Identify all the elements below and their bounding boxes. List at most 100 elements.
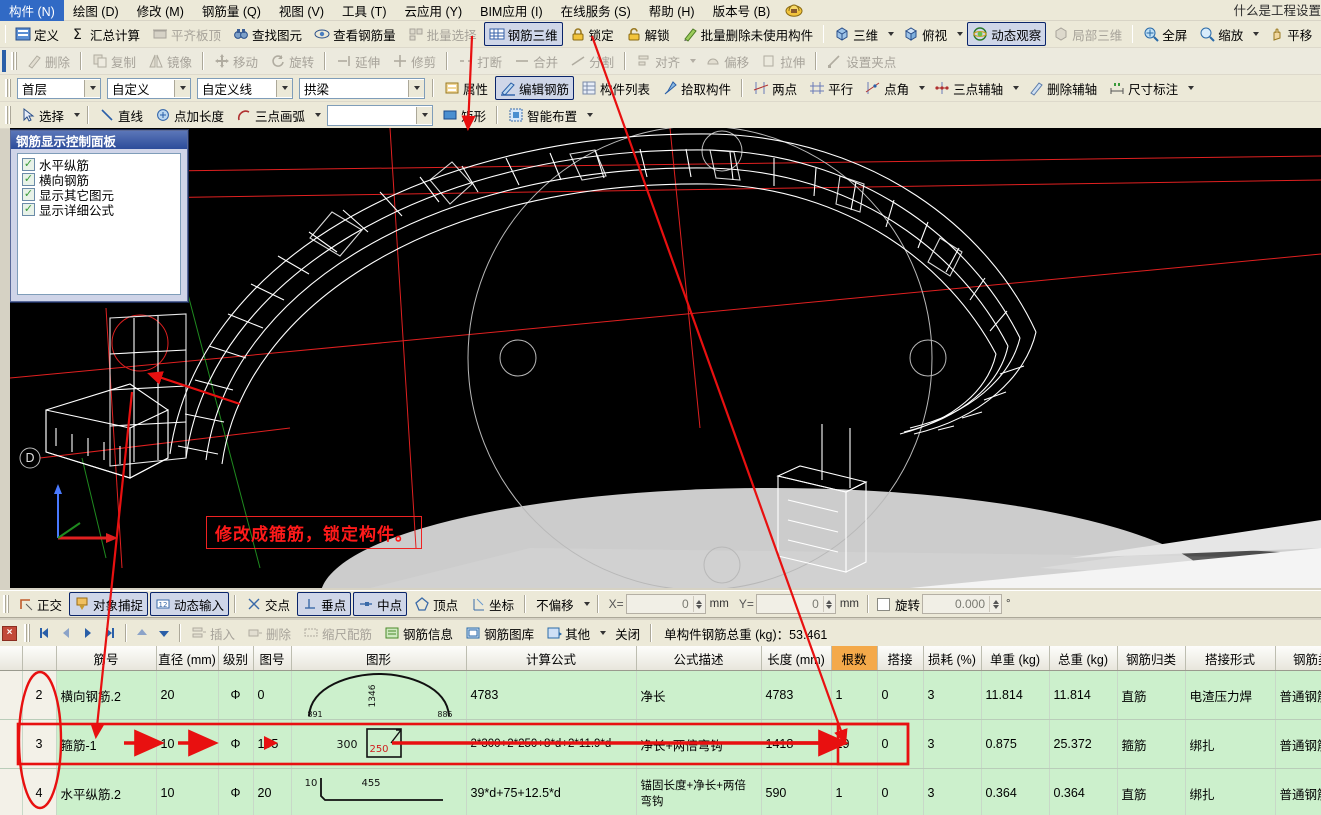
cell-shape[interactable]: 300 250 xyxy=(291,719,467,769)
top-view-caret[interactable] xyxy=(957,32,964,36)
set-grip-point-button[interactable]: 设置夹点 xyxy=(822,49,901,73)
cell-diameter[interactable]: 10 xyxy=(156,719,219,769)
rebar-display-control-panel[interactable]: 钢筋显示控制面板 ✓ 水平纵筋 ✓ 横向钢筋 ✓ 显示其它图元 ✓ 显示详细公式 xyxy=(10,130,188,302)
grid-col-formula-desc[interactable]: 公式描述 xyxy=(636,646,762,671)
rebar-library-button[interactable]: 钢筋图库 xyxy=(460,621,539,645)
three-point-arc-button[interactable]: 三点画弧 xyxy=(231,103,310,127)
menu-item-component[interactable]: 构件 (N) xyxy=(0,0,64,21)
three-d-view-caret[interactable] xyxy=(888,32,895,36)
cell-length[interactable]: 4783 xyxy=(761,670,832,720)
category-combo[interactable]: 自定义 xyxy=(107,77,191,99)
view-rebar-quantity-button[interactable]: 查看钢筋量 xyxy=(309,22,401,46)
grid-col-count[interactable]: 根数 xyxy=(831,646,878,671)
menu-item-cloud[interactable]: 云应用 (Y) xyxy=(395,0,471,21)
member-combo[interactable]: 拱梁 xyxy=(299,77,425,99)
shape-blank-combo[interactable] xyxy=(327,104,434,126)
cell-grade[interactable]: Φ xyxy=(218,719,254,769)
rotate-stepper-arrows[interactable] xyxy=(989,596,1001,612)
cell-shape[interactable]: 10 455 xyxy=(291,768,467,815)
table-row[interactable]: 4 水平纵筋.2 10 Φ 20 10 455 39*d+75+12.5*d 锚… xyxy=(0,768,1321,815)
toolbar-modify-grip[interactable] xyxy=(11,52,17,70)
align-button[interactable]: 对齐 xyxy=(631,49,685,73)
cell-length[interactable]: 1418 xyxy=(761,719,832,769)
grid-col-loss[interactable]: 损耗 (%) xyxy=(923,646,982,671)
cell-lap-form[interactable]: 绑扎 xyxy=(1185,768,1276,815)
menu-item-bim[interactable]: BIM应用 (I) xyxy=(471,0,552,21)
ortho-toggle[interactable]: 正交 xyxy=(13,592,67,616)
cell-shape[interactable]: 1346 891 885 xyxy=(291,670,467,720)
point-angle-caret[interactable] xyxy=(919,86,926,90)
grid-col-fig-no[interactable]: 图号 xyxy=(253,646,292,671)
lock-button[interactable]: 锁定 xyxy=(565,22,619,46)
intersection-snap-button[interactable]: 交点 xyxy=(241,592,295,616)
checkbox-icon[interactable]: ✓ xyxy=(22,158,35,171)
grid-col-lap-form[interactable]: 搭接形式 xyxy=(1185,646,1276,671)
trim-button[interactable]: 修剪 xyxy=(387,49,441,73)
checkbox-icon[interactable]: ✓ xyxy=(22,203,35,216)
member-list-button[interactable]: 构件列表 xyxy=(576,76,655,100)
split-button[interactable]: 分割 xyxy=(565,49,619,73)
zoom-caret[interactable] xyxy=(1253,32,1260,36)
cell-lap-form[interactable]: 绑扎 xyxy=(1185,719,1276,769)
three-point-axis-button[interactable]: 三点辅轴 xyxy=(929,76,1008,100)
rebar-info-button[interactable]: 钢筋信息 xyxy=(379,621,458,645)
smart-layout-caret[interactable] xyxy=(587,113,594,117)
rectangle-tool-button[interactable]: 矩形 xyxy=(437,103,491,127)
unlock-button[interactable]: 解锁 xyxy=(621,22,675,46)
botbar-grip[interactable] xyxy=(24,624,30,642)
menu-item-view[interactable]: 视图 (V) xyxy=(270,0,333,21)
grid-col-bar-no[interactable]: 筋号 xyxy=(56,646,157,671)
grid-col-lap[interactable]: 搭接 xyxy=(877,646,924,671)
summary-calc-button[interactable]: Σ 汇总计算 xyxy=(66,22,145,46)
x-stepper-arrows[interactable] xyxy=(692,596,705,612)
menu-item-rebar-quantity[interactable]: 钢筋量 (Q) xyxy=(193,0,270,21)
cell-bar-no[interactable]: 横向钢筋.2 xyxy=(56,670,157,720)
cell-formula-desc[interactable]: 净长+两倍弯钩 xyxy=(636,719,762,769)
other-caret[interactable] xyxy=(600,631,607,635)
two-point-button[interactable]: 两点 xyxy=(748,76,802,100)
cell-fig-no[interactable]: 20 xyxy=(253,768,292,815)
insert-row-button[interactable]: 插入 xyxy=(186,621,240,645)
cell-count[interactable]: 1 xyxy=(831,670,878,720)
cell-grade[interactable]: Φ xyxy=(218,670,254,720)
grid-col-category[interactable]: 钢筋归类 xyxy=(1117,646,1186,671)
align-caret[interactable] xyxy=(690,59,697,63)
cell-unit-weight[interactable]: 0.875 xyxy=(981,719,1050,769)
floor-combo[interactable]: 首层 xyxy=(17,77,101,99)
cell-formula[interactable]: 39*d+75+12.5*d xyxy=(466,768,637,815)
checkbox-icon[interactable]: ✓ xyxy=(22,173,35,186)
menu-item-version[interactable]: 版本号 (B) xyxy=(704,0,780,21)
dimension-button[interactable]: 尺寸标注 xyxy=(1104,76,1183,100)
cell-total-weight[interactable]: 11.814 xyxy=(1049,670,1118,720)
floor-combo-arrow[interactable] xyxy=(84,79,100,97)
grid-col-total-weight[interactable]: 总重 (kg) xyxy=(1049,646,1118,671)
nav-last-button[interactable] xyxy=(100,623,120,643)
batch-select-button[interactable]: 批量选择 xyxy=(403,22,482,46)
delete-button[interactable]: 删除 xyxy=(21,49,75,73)
cell-category[interactable]: 直筋 xyxy=(1117,670,1186,720)
scale-rebar-button[interactable]: 缩尺配筋 xyxy=(298,621,377,645)
cell-bar-type[interactable]: 普通钢筋 xyxy=(1275,670,1321,720)
nav-down-button[interactable] xyxy=(154,623,174,643)
menu-item-tools[interactable]: 工具 (T) xyxy=(333,0,395,21)
grid-col-shape[interactable]: 图形 xyxy=(291,646,467,671)
three-point-axis-caret[interactable] xyxy=(1013,86,1020,90)
grid-col-grade[interactable]: 级别 xyxy=(218,646,254,671)
smart-layout-button[interactable]: 智能布置 xyxy=(503,103,582,127)
object-snap-toggle[interactable]: 对象捕捉 xyxy=(69,592,149,616)
cell-lap[interactable]: 0 xyxy=(877,719,924,769)
close-icon[interactable]: × xyxy=(2,625,17,641)
three-d-view-button[interactable]: 三维 xyxy=(829,22,883,46)
define-button[interactable]: 定义 xyxy=(10,22,64,46)
mirror-button[interactable]: 镜像 xyxy=(143,49,197,73)
statusbar-grip[interactable] xyxy=(3,595,9,613)
menu-item-help[interactable]: 帮助 (H) xyxy=(640,0,704,21)
cell-diameter[interactable]: 10 xyxy=(156,768,219,815)
cell-formula[interactable]: 4783 xyxy=(466,670,637,720)
select-tool-caret[interactable] xyxy=(74,113,81,117)
rotate-checkbox[interactable] xyxy=(877,597,891,611)
nav-first-button[interactable] xyxy=(34,623,54,643)
cell-unit-weight[interactable]: 11.814 xyxy=(981,670,1050,720)
cell-bar-no[interactable]: 水平纵筋.2 xyxy=(56,768,157,815)
cell-bar-type[interactable]: 普通钢筋 xyxy=(1275,719,1321,769)
